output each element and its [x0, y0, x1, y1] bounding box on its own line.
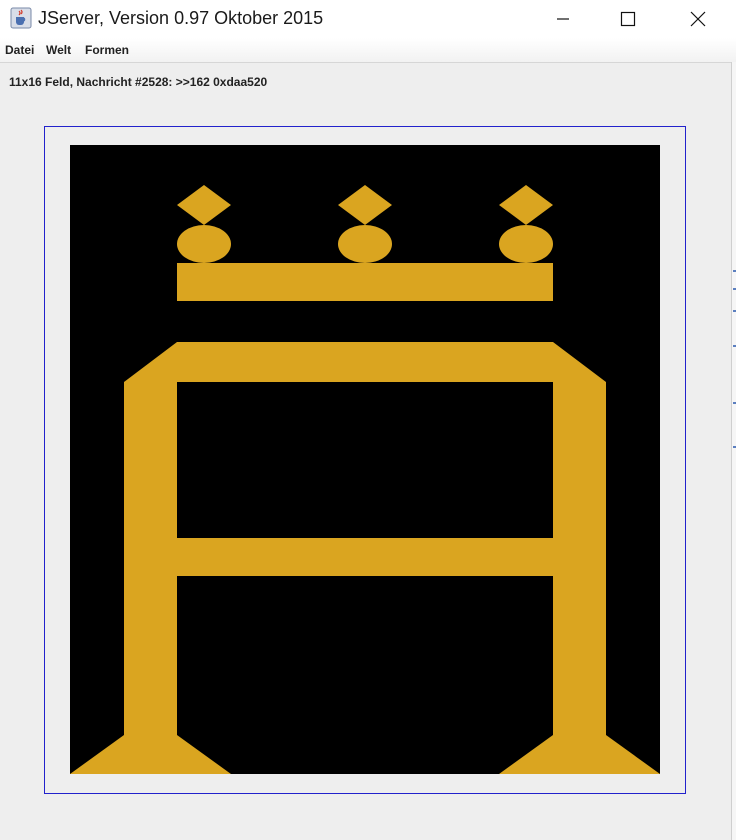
close-button[interactable]: [675, 0, 721, 38]
status-message: 11x16 Feld, Nachricht #2528: >>162 0xdaa…: [9, 75, 268, 89]
minimize-button[interactable]: [540, 0, 586, 38]
menu-welt[interactable]: Welt: [46, 43, 71, 57]
board-drawing: [70, 185, 660, 774]
window-title: JServer, Version 0.97 Oktober 2015: [38, 8, 324, 28]
top-bar: [177, 263, 553, 301]
left-foot: [70, 735, 231, 774]
close-icon: [690, 11, 706, 27]
ellipse-middle: [338, 225, 392, 263]
maximize-button[interactable]: [605, 0, 651, 38]
ellipse-left: [177, 225, 231, 263]
middle-crossbar: [177, 538, 553, 576]
menu-formen[interactable]: Formen: [85, 43, 129, 57]
minimize-icon: [557, 18, 569, 20]
java-cup-icon: [10, 7, 32, 29]
menu-bar: Datei Welt Formen: [0, 38, 736, 63]
diamond-right: [499, 185, 553, 225]
right-foot: [499, 735, 660, 774]
diamond-left: [177, 185, 231, 225]
diamond-middle: [338, 185, 392, 225]
menu-datei[interactable]: Datei: [5, 43, 34, 57]
maximize-icon: [620, 11, 636, 27]
title-bar: JServer, Version 0.97 Oktober 2015: [0, 0, 736, 38]
window-edge: [731, 62, 736, 840]
ellipse-right: [499, 225, 553, 263]
board-canvas[interactable]: [70, 145, 660, 774]
